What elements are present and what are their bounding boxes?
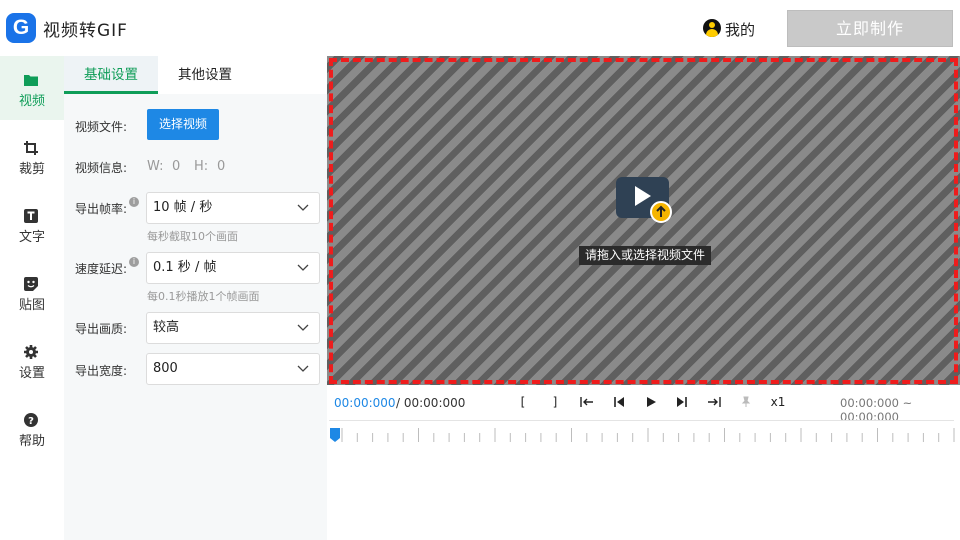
timeline-handle[interactable] xyxy=(330,428,340,442)
export-width-select-value: 800 xyxy=(153,361,178,376)
play-button-icon[interactable] xyxy=(640,392,662,412)
mark-out-button[interactable]: ] xyxy=(544,392,566,412)
sidebar-item-crop[interactable]: 裁剪 xyxy=(0,124,64,188)
export-width-select[interactable]: 800 xyxy=(146,353,320,385)
total-time: / 00:00:000 xyxy=(396,396,466,410)
timeline-ruler[interactable] xyxy=(340,428,956,442)
sidebar-item-label: 视频 xyxy=(18,94,45,109)
sticker-icon xyxy=(24,277,38,291)
width-value: 0 xyxy=(172,159,181,174)
next-frame-icon[interactable] xyxy=(671,392,693,412)
sidebar-item-text[interactable]: 文字 xyxy=(0,192,64,256)
folder-icon xyxy=(24,75,38,86)
sidebar-item-help[interactable]: ? 帮助 xyxy=(0,396,64,460)
info-icon[interactable]: i xyxy=(129,197,140,207)
fps-label-text: 导出帧率: xyxy=(75,202,128,216)
sidebar-item-label: 文字 xyxy=(18,230,45,245)
delay-label: 速度延迟:i xyxy=(75,257,140,277)
video-info-label: 视频信息: xyxy=(75,161,128,175)
text-icon xyxy=(24,209,38,223)
playback-speed[interactable]: x1 xyxy=(767,392,789,412)
mark-in-button[interactable]: [ xyxy=(512,392,534,412)
sidebar-nav: 视频 裁剪 文字 贴图 设置 ? 帮助 xyxy=(0,56,64,540)
sidebar-item-sticker[interactable]: 贴图 xyxy=(0,260,64,324)
fps-select[interactable]: 10 帧 / 秒 xyxy=(146,192,320,224)
pin-icon[interactable] xyxy=(735,392,757,412)
chevron-down-icon xyxy=(297,365,309,372)
select-video-button[interactable]: 选择视频 xyxy=(147,109,219,140)
tab-other-settings[interactable]: 其他设置 xyxy=(158,56,252,94)
height-label: H: xyxy=(194,159,209,174)
settings-panel: 基础设置 其他设置 视频文件: 选择视频 视频信息: W: 0 H: 0 导出帧… xyxy=(64,56,327,540)
drop-zone-border xyxy=(329,58,958,384)
jump-to-end-icon[interactable] xyxy=(703,392,725,412)
gear-icon xyxy=(24,345,38,359)
app-title: 视频转GIF xyxy=(43,21,128,41)
chevron-down-icon xyxy=(297,264,309,271)
height-value: 0 xyxy=(217,159,226,174)
sidebar-item-settings[interactable]: 设置 xyxy=(0,328,64,392)
help-icon: ? xyxy=(24,413,38,427)
svg-text:?: ? xyxy=(28,416,34,427)
quality-label: 导出画质: xyxy=(75,322,128,336)
sidebar-item-label: 设置 xyxy=(18,366,45,381)
user-icon[interactable] xyxy=(703,19,721,37)
fps-select-value: 10 帧 / 秒 xyxy=(153,200,213,215)
timeline-divider xyxy=(329,420,954,421)
my-account-link[interactable]: 我的 xyxy=(725,19,755,40)
fps-hint: 每秒截取10个画面 xyxy=(147,230,238,243)
video-file-label: 视频文件: xyxy=(75,120,128,134)
jump-to-start-icon[interactable] xyxy=(576,392,598,412)
settings-tabs: 基础设置 其他设置 xyxy=(64,56,327,94)
upload-icon xyxy=(650,201,672,223)
chevron-down-icon xyxy=(297,204,309,211)
delay-select[interactable]: 0.1 秒 / 帧 xyxy=(146,252,320,284)
quality-select-value: 较高 xyxy=(153,320,180,335)
fps-label: 导出帧率:i xyxy=(75,197,140,217)
chevron-down-icon xyxy=(297,324,309,331)
current-time: 00:00:000 xyxy=(334,396,396,410)
width-label: W: xyxy=(147,159,164,174)
quality-select[interactable]: 较高 xyxy=(146,312,320,344)
tab-basic-settings[interactable]: 基础设置 xyxy=(64,56,158,94)
delay-label-text: 速度延迟: xyxy=(75,262,128,276)
app-logo: G xyxy=(6,13,36,43)
sidebar-item-label: 帮助 xyxy=(18,434,45,449)
make-now-button[interactable]: 立即制作 xyxy=(787,10,953,47)
export-width-label: 导出宽度: xyxy=(75,364,128,378)
sidebar-item-label: 裁剪 xyxy=(18,162,45,177)
sidebar-item-video[interactable]: 视频 xyxy=(0,56,64,120)
drop-hint-text: 请拖入或选择视频文件 xyxy=(579,246,712,265)
delay-hint: 每0.1秒播放1个帧画面 xyxy=(147,290,260,303)
app-header: G 视频转GIF 我的 立即制作 xyxy=(0,0,960,56)
crop-icon xyxy=(24,141,38,155)
prev-frame-icon[interactable] xyxy=(608,392,630,412)
sidebar-item-label: 贴图 xyxy=(18,298,45,313)
info-icon[interactable]: i xyxy=(129,257,140,267)
play-icon xyxy=(635,186,651,206)
delay-select-value: 0.1 秒 / 帧 xyxy=(153,260,217,275)
